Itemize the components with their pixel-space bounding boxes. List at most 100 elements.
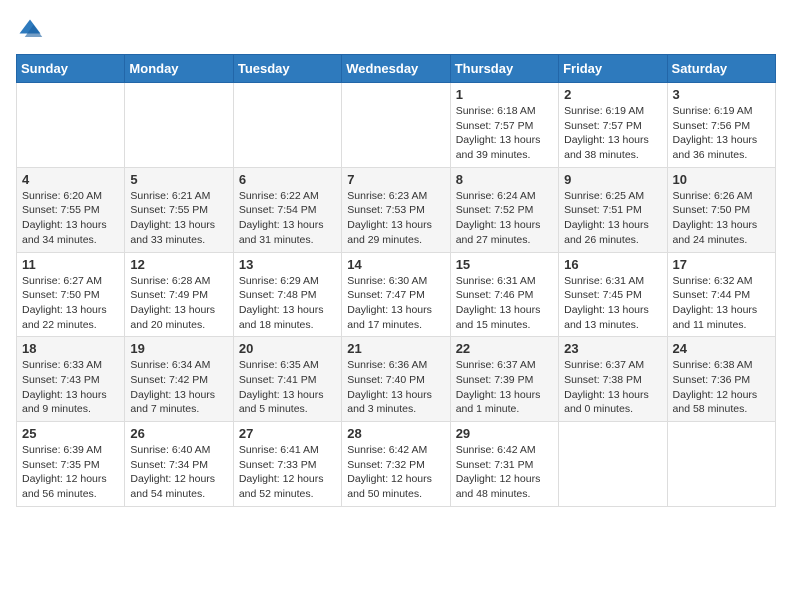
calendar-cell: 5Sunrise: 6:21 AMSunset: 7:55 PMDaylight…: [125, 167, 233, 252]
day-info: Sunrise: 6:19 AMSunset: 7:57 PMDaylight:…: [564, 104, 661, 163]
day-info: Sunrise: 6:39 AMSunset: 7:35 PMDaylight:…: [22, 443, 119, 502]
calendar-cell: 26 Sunrise: 6:40 AMSunset: 7:34 PMDayligh…: [125, 422, 233, 507]
day-number: 5: [130, 172, 227, 187]
day-number: 8: [456, 172, 553, 187]
day-of-week-friday: Friday: [559, 55, 667, 83]
day-info: Sunrise: 6:28 AMSunset: 7:49 PMDaylight:…: [130, 274, 227, 333]
day-number: 3: [673, 87, 770, 102]
day-number: 10: [673, 172, 770, 187]
calendar-cell: 14 Sunrise: 6:30 AMSunset: 7:47 PMDayligh…: [342, 252, 450, 337]
day-number: 23: [564, 341, 661, 356]
calendar-cell: 18 Sunrise: 6:33 AMSunset: 7:43 PMDayligh…: [17, 337, 125, 422]
day-number: 15: [456, 257, 553, 272]
calendar-cell: [125, 83, 233, 168]
day-of-week-monday: Monday: [125, 55, 233, 83]
day-number: 25: [22, 426, 119, 441]
day-info: Sunrise: 6:29 AMSunset: 7:48 PMDaylight:…: [239, 274, 336, 333]
calendar-week-4: 18 Sunrise: 6:33 AMSunset: 7:43 PMDayligh…: [17, 337, 776, 422]
calendar-cell: [17, 83, 125, 168]
day-info: Sunrise: 6:32 AMSunset: 7:44 PMDaylight:…: [673, 274, 770, 333]
day-number: 26: [130, 426, 227, 441]
day-info: Sunrise: 6:37 AMSunset: 7:38 PMDaylight:…: [564, 358, 661, 417]
calendar-cell: [233, 83, 341, 168]
day-number: 24: [673, 341, 770, 356]
day-number: 14: [347, 257, 444, 272]
page-header: [16, 16, 776, 44]
calendar-cell: 9 Sunrise: 6:25 AMSunset: 7:51 PMDaylight…: [559, 167, 667, 252]
calendar-cell: 12 Sunrise: 6:28 AMSunset: 7:49 PMDayligh…: [125, 252, 233, 337]
day-number: 20: [239, 341, 336, 356]
day-of-week-wednesday: Wednesday: [342, 55, 450, 83]
calendar-week-1: 1 Sunrise: 6:18 AMSunset: 7:57 PMDaylight…: [17, 83, 776, 168]
day-info: Sunrise: 6:40 AMSunset: 7:34 PMDaylight:…: [130, 443, 227, 502]
day-number: 2: [564, 87, 661, 102]
day-info: Sunrise: 6:22 AMSunset: 7:54 PMDaylight:…: [239, 189, 336, 248]
logo-icon: [16, 16, 44, 44]
day-number: 27: [239, 426, 336, 441]
day-info: Sunrise: 6:41 AMSunset: 7:33 PMDaylight:…: [239, 443, 336, 502]
calendar-cell: 24 Sunrise: 6:38 AMSunset: 7:36 PMDayligh…: [667, 337, 775, 422]
calendar-cell: 10 Sunrise: 6:26 AMSunset: 7:50 PMDayligh…: [667, 167, 775, 252]
calendar-cell: 2 Sunrise: 6:19 AMSunset: 7:57 PMDaylight…: [559, 83, 667, 168]
calendar-cell: 19 Sunrise: 6:34 AMSunset: 7:42 PMDayligh…: [125, 337, 233, 422]
day-of-week-tuesday: Tuesday: [233, 55, 341, 83]
calendar-cell: 23 Sunrise: 6:37 AMSunset: 7:38 PMDayligh…: [559, 337, 667, 422]
day-info: Sunrise: 6:30 AMSunset: 7:47 PMDaylight:…: [347, 274, 444, 333]
calendar-cell: 1 Sunrise: 6:18 AMSunset: 7:57 PMDaylight…: [450, 83, 558, 168]
day-number: 22: [456, 341, 553, 356]
day-info: Sunrise: 6:18 AMSunset: 7:57 PMDaylight:…: [456, 104, 553, 163]
calendar-cell: 3 Sunrise: 6:19 AMSunset: 7:56 PMDaylight…: [667, 83, 775, 168]
day-info: Sunrise: 6:31 AMSunset: 7:45 PMDaylight:…: [564, 274, 661, 333]
day-info: Sunrise: 6:35 AMSunset: 7:41 PMDaylight:…: [239, 358, 336, 417]
day-info: Sunrise: 6:38 AMSunset: 7:36 PMDaylight:…: [673, 358, 770, 417]
day-number: 19: [130, 341, 227, 356]
calendar-cell: [342, 83, 450, 168]
day-info: Sunrise: 6:26 AMSunset: 7:50 PMDaylight:…: [673, 189, 770, 248]
day-number: 29: [456, 426, 553, 441]
calendar-cell: 22 Sunrise: 6:37 AMSunset: 7:39 PMDayligh…: [450, 337, 558, 422]
day-number: 9: [564, 172, 661, 187]
calendar-table: SundayMondayTuesdayWednesdayThursdayFrid…: [16, 54, 776, 507]
calendar-cell: 29 Sunrise: 6:42 AMSunset: 7:31 PMDayligh…: [450, 422, 558, 507]
day-info: Sunrise: 6:25 AMSunset: 7:51 PMDaylight:…: [564, 189, 661, 248]
calendar-cell: 28 Sunrise: 6:42 AMSunset: 7:32 PMDayligh…: [342, 422, 450, 507]
calendar-cell: 25 Sunrise: 6:39 AMSunset: 7:35 PMDayligh…: [17, 422, 125, 507]
day-info: Sunrise: 6:31 AMSunset: 7:46 PMDaylight:…: [456, 274, 553, 333]
day-number: 16: [564, 257, 661, 272]
calendar-week-3: 11 Sunrise: 6:27 AMSunset: 7:50 PMDayligh…: [17, 252, 776, 337]
calendar-week-5: 25 Sunrise: 6:39 AMSunset: 7:35 PMDayligh…: [17, 422, 776, 507]
day-number: 28: [347, 426, 444, 441]
calendar-header-row: SundayMondayTuesdayWednesdayThursdayFrid…: [17, 55, 776, 83]
day-info: Sunrise: 6:42 AMSunset: 7:32 PMDaylight:…: [347, 443, 444, 502]
day-info: Sunrise: 6:24 AMSunset: 7:52 PMDaylight:…: [456, 189, 553, 248]
calendar-cell: [559, 422, 667, 507]
calendar-cell: 20 Sunrise: 6:35 AMSunset: 7:41 PMDayligh…: [233, 337, 341, 422]
day-info: Sunrise: 6:20 AMSunset: 7:55 PMDaylight:…: [22, 189, 119, 248]
day-info: Sunrise: 6:42 AMSunset: 7:31 PMDaylight:…: [456, 443, 553, 502]
day-of-week-saturday: Saturday: [667, 55, 775, 83]
calendar-cell: 7Sunrise: 6:23 AMSunset: 7:53 PMDaylight…: [342, 167, 450, 252]
calendar-cell: 15 Sunrise: 6:31 AMSunset: 7:46 PMDayligh…: [450, 252, 558, 337]
day-info: Sunrise: 6:27 AMSunset: 7:50 PMDaylight:…: [22, 274, 119, 333]
day-number: 21: [347, 341, 444, 356]
logo: [16, 16, 48, 44]
day-info: Sunrise: 6:19 AMSunset: 7:56 PMDaylight:…: [673, 104, 770, 163]
day-number: 11: [22, 257, 119, 272]
day-number: 18: [22, 341, 119, 356]
calendar-cell: 8 Sunrise: 6:24 AMSunset: 7:52 PMDaylight…: [450, 167, 558, 252]
calendar-cell: 16 Sunrise: 6:31 AMSunset: 7:45 PMDayligh…: [559, 252, 667, 337]
day-number: 4: [22, 172, 119, 187]
day-of-week-sunday: Sunday: [17, 55, 125, 83]
day-number: 1: [456, 87, 553, 102]
day-number: 17: [673, 257, 770, 272]
day-info: Sunrise: 6:34 AMSunset: 7:42 PMDaylight:…: [130, 358, 227, 417]
day-number: 12: [130, 257, 227, 272]
day-of-week-thursday: Thursday: [450, 55, 558, 83]
calendar-cell: 4 Sunrise: 6:20 AMSunset: 7:55 PMDaylight…: [17, 167, 125, 252]
calendar-cell: 17 Sunrise: 6:32 AMSunset: 7:44 PMDayligh…: [667, 252, 775, 337]
day-info: Sunrise: 6:33 AMSunset: 7:43 PMDaylight:…: [22, 358, 119, 417]
day-info: Sunrise: 6:37 AMSunset: 7:39 PMDaylight:…: [456, 358, 553, 417]
calendar-cell: [667, 422, 775, 507]
day-info: Sunrise: 6:23 AMSunset: 7:53 PMDaylight:…: [347, 189, 444, 248]
calendar-cell: 11 Sunrise: 6:27 AMSunset: 7:50 PMDayligh…: [17, 252, 125, 337]
